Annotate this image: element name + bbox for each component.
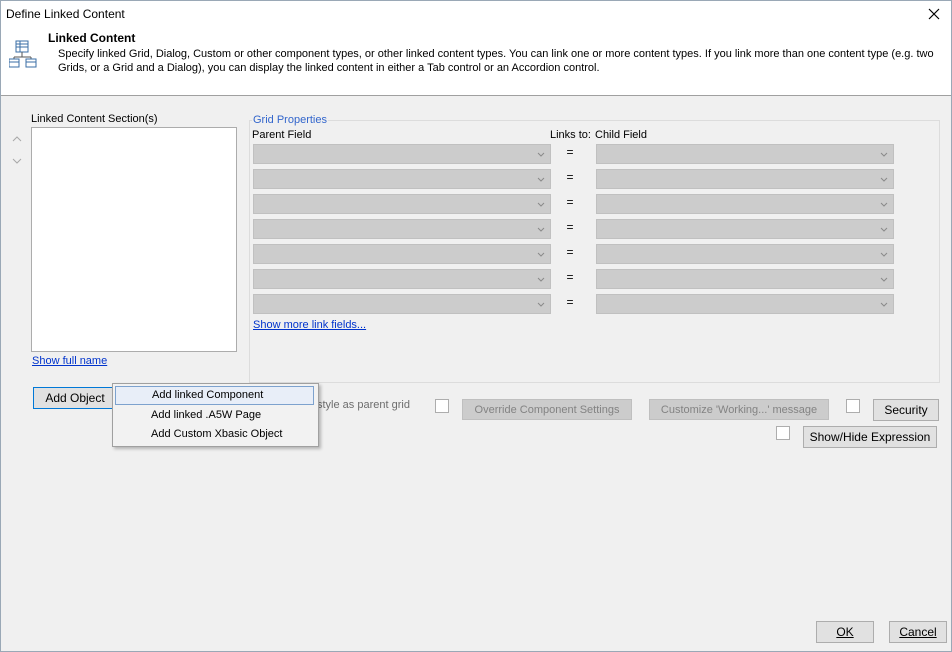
chevron-down-icon: [880, 177, 888, 182]
equals-sign: =: [566, 195, 574, 209]
chevron-up-icon: [12, 136, 22, 142]
chevron-down-icon: [880, 252, 888, 257]
parent-field-select[interactable]: [253, 269, 551, 289]
add-object-button[interactable]: Add Object: [33, 387, 117, 409]
parent-field-select[interactable]: [253, 294, 551, 314]
show-hide-expression-checkbox[interactable]: [776, 426, 790, 440]
child-field-select[interactable]: [596, 294, 894, 314]
parent-field-select[interactable]: [253, 219, 551, 239]
chevron-down-icon: [537, 277, 545, 282]
close-icon: [928, 8, 940, 20]
child-field-select[interactable]: [596, 244, 894, 264]
equals-sign: =: [566, 245, 574, 259]
menu-item-add-linked-component[interactable]: Add linked Component: [115, 386, 314, 405]
cancel-label: Cancel: [899, 625, 937, 639]
header-description: Specify linked Grid, Dialog, Custom or o…: [58, 48, 934, 74]
move-down-button[interactable]: [10, 155, 24, 167]
menu-item-add-linked-a5w-page[interactable]: Add linked .A5W Page: [115, 406, 314, 425]
chevron-down-icon: [880, 152, 888, 157]
close-button[interactable]: [923, 5, 945, 23]
cancel-button[interactable]: Cancel: [889, 621, 947, 643]
customize-working-message-button[interactable]: Customize 'Working...' message: [649, 399, 829, 420]
chevron-down-icon: [880, 277, 888, 282]
chevron-down-icon: [537, 252, 545, 257]
equals-sign: =: [566, 145, 574, 159]
linked-sections-label: Linked Content Section(s): [31, 113, 158, 125]
title-bar: Define Linked Content: [1, 1, 951, 27]
show-hide-expression-button[interactable]: Show/Hide Expression: [803, 426, 937, 448]
move-up-button[interactable]: [10, 133, 24, 145]
chevron-down-icon: [880, 202, 888, 207]
window-title: Define Linked Content: [6, 7, 125, 21]
security-checkbox[interactable]: [846, 399, 860, 413]
child-field-select[interactable]: [596, 269, 894, 289]
linked-content-icon: [9, 40, 37, 68]
parent-field-label: Parent Field: [252, 129, 312, 141]
show-full-name-link[interactable]: Show full name: [32, 355, 107, 367]
links-to-label: Links to:: [550, 129, 591, 141]
style-as-parent-label: style as parent grid: [317, 399, 410, 411]
child-field-select[interactable]: [596, 194, 894, 214]
child-field-label: Child Field: [595, 129, 647, 141]
menu-item-add-custom-xbasic-object[interactable]: Add Custom Xbasic Object: [115, 425, 314, 444]
header-panel: Linked Content Specify linked Grid, Dial…: [1, 27, 951, 96]
equals-sign: =: [566, 270, 574, 284]
ok-button[interactable]: OK: [816, 621, 874, 643]
parent-field-select[interactable]: [253, 244, 551, 264]
linked-sections-list[interactable]: [31, 127, 237, 352]
grid-properties-label: Grid Properties: [252, 114, 328, 126]
add-object-menu: Add linked Component Add linked .A5W Pag…: [112, 383, 319, 447]
security-button[interactable]: Security: [873, 399, 939, 421]
ok-label: OK: [836, 625, 854, 639]
chevron-down-icon: [537, 202, 545, 207]
equals-sign: =: [566, 170, 574, 184]
child-field-select[interactable]: [596, 144, 894, 164]
dialog-window: Define Linked Content Linked Content Spe…: [0, 0, 952, 652]
chevron-down-icon: [880, 227, 888, 232]
chevron-down-icon: [537, 227, 545, 232]
parent-field-select[interactable]: [253, 169, 551, 189]
equals-sign: =: [566, 295, 574, 309]
chevron-down-icon: [537, 177, 545, 182]
chevron-down-icon: [537, 302, 545, 307]
style-as-parent-checkbox[interactable]: [435, 399, 449, 413]
parent-field-select[interactable]: [253, 194, 551, 214]
parent-field-select[interactable]: [253, 144, 551, 164]
child-field-select[interactable]: [596, 219, 894, 239]
chevron-down-icon: [12, 158, 22, 164]
equals-sign: =: [566, 220, 574, 234]
header-title: Linked Content: [48, 31, 136, 45]
show-more-link-fields[interactable]: Show more link fields...: [253, 319, 366, 331]
chevron-down-icon: [880, 302, 888, 307]
override-component-settings-button[interactable]: Override Component Settings: [462, 399, 632, 420]
chevron-down-icon: [537, 152, 545, 157]
child-field-select[interactable]: [596, 169, 894, 189]
